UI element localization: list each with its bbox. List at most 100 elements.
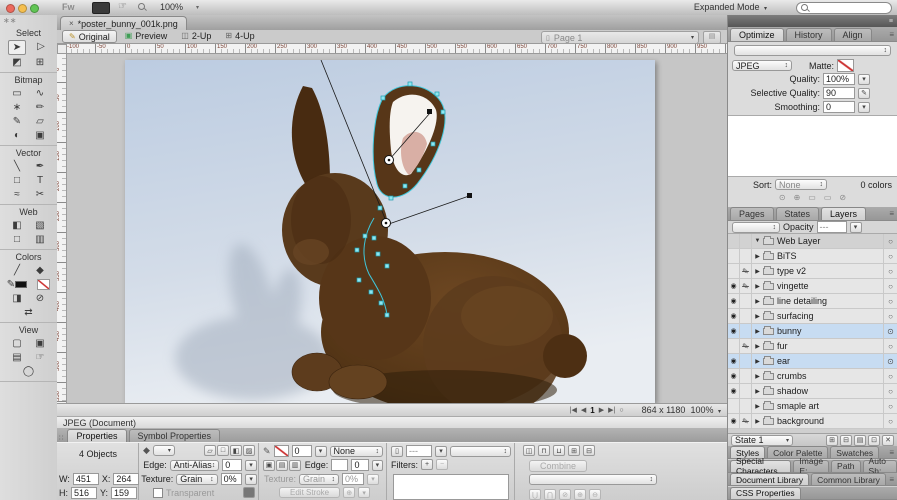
paint-bucket-tool[interactable]: ◆ bbox=[32, 264, 48, 277]
layer-row[interactable]: ◉✎▶background○ bbox=[728, 414, 897, 429]
state-select[interactable]: State 1▾ bbox=[731, 435, 793, 446]
stroke-color-swatch[interactable] bbox=[274, 445, 289, 457]
layer-row[interactable]: ◉▶shadow○ bbox=[728, 384, 897, 399]
height-field[interactable]: 516 bbox=[71, 487, 97, 499]
brush-tool[interactable]: ✏ bbox=[32, 101, 48, 114]
rectangle-tool[interactable]: □ bbox=[9, 174, 25, 187]
bezier-handle[interactable] bbox=[467, 193, 472, 198]
visibility-toggle[interactable] bbox=[728, 264, 740, 278]
expand-arrow[interactable]: ▶ bbox=[752, 253, 763, 260]
stroke-edge-field[interactable] bbox=[331, 459, 348, 471]
layer-row[interactable]: ▶BiTS○ bbox=[728, 249, 897, 264]
canvas-viewport[interactable] bbox=[67, 54, 727, 403]
add-filter-button[interactable]: + bbox=[421, 459, 433, 470]
layer-row[interactable]: ◉▶surfacing○ bbox=[728, 309, 897, 324]
stroke-size-field[interactable]: 0 bbox=[292, 445, 312, 457]
layer-state-radio[interactable]: ○ bbox=[883, 309, 897, 323]
fill-edge-amount-arrow[interactable]: ▾ bbox=[245, 460, 257, 471]
panel-grip[interactable]: ∗∗ bbox=[0, 15, 57, 26]
visibility-toggle[interactable]: ◉ bbox=[728, 384, 740, 398]
tab-optimize[interactable]: Optimize bbox=[730, 28, 784, 41]
edit-stroke-button[interactable]: Edit Stroke bbox=[279, 487, 340, 498]
distribute-states-button[interactable]: ⊞ bbox=[826, 435, 838, 446]
hand-tool[interactable]: ☞ bbox=[32, 351, 48, 364]
layer-state-radio[interactable]: ⊙ bbox=[883, 324, 897, 338]
ruler-corner[interactable] bbox=[57, 44, 67, 54]
expand-arrow[interactable]: ▶ bbox=[752, 313, 763, 320]
stroke-edge-arrow[interactable]: ▾ bbox=[372, 460, 383, 471]
last-state-button[interactable]: ▶| bbox=[608, 406, 615, 414]
expand-arrow[interactable]: ▶ bbox=[752, 403, 763, 410]
visibility-toggle[interactable]: ◉ bbox=[728, 354, 740, 368]
show-slices-tool[interactable]: ▥ bbox=[32, 233, 48, 246]
filters-list[interactable] bbox=[393, 474, 509, 500]
layer-row[interactable]: ◉✎▶vingette○ bbox=[728, 279, 897, 294]
panel-menu-icon[interactable]: ≡ bbox=[889, 209, 894, 218]
first-state-button[interactable]: |◀ bbox=[570, 406, 577, 414]
slice-tool[interactable]: ▧ bbox=[32, 219, 48, 232]
zoom-indicator[interactable]: 100% ▾ bbox=[690, 405, 721, 415]
zoom-level-select[interactable]: 100% bbox=[160, 2, 183, 12]
stroke-size-arrow[interactable]: ▾ bbox=[315, 446, 327, 457]
visibility-toggle[interactable] bbox=[728, 339, 740, 353]
tab-pages[interactable]: Pages bbox=[730, 207, 774, 220]
visibility-toggle[interactable]: ◉ bbox=[728, 414, 740, 428]
inset-path-button[interactable]: ⊖ bbox=[589, 489, 601, 500]
auto-shape-select[interactable]: ↕ bbox=[529, 474, 657, 485]
lasso-tool[interactable]: ∿ bbox=[32, 87, 48, 100]
minimize-window-button[interactable] bbox=[18, 4, 27, 13]
tab-css-properties[interactable]: CSS Properties bbox=[730, 487, 801, 499]
play-button[interactable]: ○ bbox=[619, 407, 623, 414]
hotspot-tool[interactable]: ◧ bbox=[9, 219, 25, 232]
transparent-checkbox[interactable] bbox=[153, 488, 163, 498]
crop-path-button[interactable]: ⊞ bbox=[568, 445, 580, 456]
previous-state-button[interactable]: ◀ bbox=[581, 406, 586, 414]
layer-state-radio[interactable]: ○ bbox=[883, 369, 897, 383]
lock-toggle[interactable]: ✎ bbox=[740, 339, 752, 353]
opacity-field[interactable]: --- bbox=[406, 445, 432, 457]
bezier-handle[interactable] bbox=[427, 109, 432, 114]
layer-row[interactable]: ✎▶type v2○ bbox=[728, 264, 897, 279]
expand-arrow[interactable]: ▶ bbox=[752, 358, 763, 365]
tab-special-characters[interactable]: Special Characters bbox=[730, 460, 791, 472]
punch-button[interactable]: ⊔ bbox=[553, 445, 565, 456]
expand-arrow[interactable]: ▶ bbox=[752, 268, 763, 275]
fill-texture-amount-arrow[interactable]: ▾ bbox=[245, 474, 257, 485]
stroke-inside-button[interactable]: ▣ bbox=[263, 460, 275, 471]
hide-slices-tool[interactable]: □ bbox=[9, 233, 25, 246]
next-state-button[interactable]: ▶ bbox=[599, 406, 604, 414]
knife-tool[interactable]: ✂ bbox=[32, 188, 48, 201]
marquee-tool[interactable]: ▭ bbox=[9, 87, 25, 100]
lock-toggle[interactable] bbox=[740, 354, 752, 368]
selective-quality-edit-button[interactable]: ✎ bbox=[858, 88, 870, 99]
fill-color-well[interactable] bbox=[35, 278, 51, 291]
union-button[interactable]: ◫ bbox=[523, 445, 535, 456]
alter-path-button[interactable]: ⊘ bbox=[559, 489, 571, 500]
horizontal-ruler[interactable]: -100-50050100150200250300350400450500550… bbox=[67, 44, 727, 54]
layer-row[interactable]: ◉▶line detailing○ bbox=[728, 294, 897, 309]
tab-symbol-properties[interactable]: Symbol Properties bbox=[129, 429, 221, 442]
layer-state-radio[interactable]: ⊙ bbox=[883, 354, 897, 368]
panel-menu-icon[interactable]: ≡ bbox=[889, 30, 894, 39]
expand-stroke-button[interactable]: ⊕ bbox=[574, 489, 586, 500]
page-options-button[interactable]: ▤ bbox=[703, 31, 721, 44]
stroke-outside-button[interactable]: ▥ bbox=[289, 460, 301, 471]
fill-pattern-button[interactable]: ▨ bbox=[243, 445, 255, 456]
visibility-toggle[interactable]: ◉ bbox=[728, 369, 740, 383]
tab-common-library[interactable]: Common Library bbox=[811, 473, 886, 485]
stroke-option-button[interactable]: ▾ bbox=[358, 487, 370, 498]
sort-select[interactable]: None↕ bbox=[775, 179, 827, 190]
default-colors-button[interactable]: ◨ bbox=[9, 292, 25, 305]
visibility-toggle[interactable]: ◉ bbox=[728, 294, 740, 308]
selective-quality-field[interactable]: 90 bbox=[823, 87, 855, 99]
texture-preview-swatch[interactable] bbox=[243, 487, 255, 498]
expand-arrow[interactable]: ▶ bbox=[752, 388, 763, 395]
width-field[interactable]: 451 bbox=[73, 473, 99, 485]
layer-state-radio[interactable]: ○ bbox=[883, 264, 897, 278]
visibility-toggle[interactable] bbox=[728, 399, 740, 413]
layer-state-radio[interactable]: ○ bbox=[883, 279, 897, 293]
quality-field[interactable]: 100% bbox=[823, 73, 855, 85]
stroke-color-well[interactable]: ✎ bbox=[6, 278, 28, 291]
swap-colors-button[interactable]: ⇄ bbox=[21, 306, 37, 319]
stroke-texture-select[interactable]: Grain↕ bbox=[299, 474, 339, 485]
